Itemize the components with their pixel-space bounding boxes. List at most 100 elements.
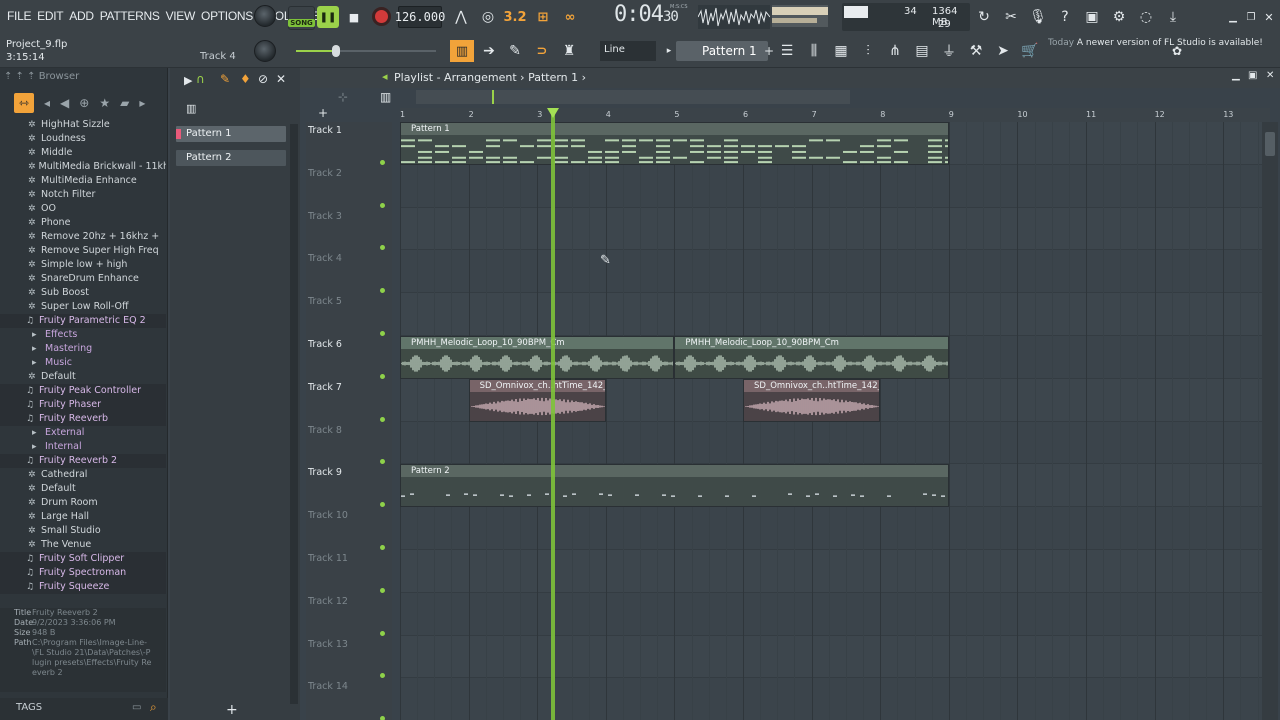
menu-item-patterns[interactable]: PATTERNS (97, 9, 163, 23)
browser-item[interactable]: ✲ Loudness (0, 132, 166, 146)
browser-item[interactable]: ✲ Sub Boost (0, 286, 166, 300)
browser-item[interactable]: ✲ Remove Super High Freq (0, 244, 166, 258)
arrow-right-icon[interactable]: ➔ (478, 40, 500, 62)
browser-item[interactable]: ▸ Music (0, 356, 166, 370)
save-icon[interactable]: ▣ (1081, 6, 1103, 28)
plugin-icon[interactable]: ⏚ (938, 40, 960, 62)
arrangement-grid[interactable]: Pattern 1 PMHH_Melodic_Loop_10_90BPM_Cm PM… (400, 122, 1262, 720)
menu-item-add[interactable]: ADD (66, 9, 96, 23)
browser-item[interactable]: ✲ Notch Filter (0, 188, 166, 202)
track-header[interactable]: Track 8 (306, 422, 392, 465)
menu-item-options[interactable]: OPTIONS (198, 9, 256, 23)
piano-keys-icon[interactable]: ▥ (186, 102, 196, 115)
delete-tool-icon[interactable]: ⊘ (258, 72, 268, 86)
up-arrow-icon[interactable]: ⇡ ⇡ ⇡ (4, 71, 36, 82)
playlist-clip[interactable]: PMHH_Melodic_Loop_10_90BPM_Cm (674, 336, 949, 379)
playlist-icon[interactable]: ☰ (776, 40, 798, 62)
browser-item[interactable]: ✲ Middle (0, 146, 166, 160)
browser-item[interactable]: ♫ Fruity Spectroman (0, 566, 166, 580)
master-volume-knob[interactable] (254, 5, 276, 27)
horizontal-scrollbar[interactable] (416, 90, 850, 104)
track-header[interactable]: Track 5 (306, 293, 392, 336)
playlist-clip[interactable]: Pattern 2 (400, 464, 949, 508)
track-header[interactable]: Track 10 (306, 507, 392, 550)
store-icon[interactable]: 🛒 (1019, 40, 1041, 62)
browser-item[interactable]: ♫ Fruity Reeverb 2 (0, 454, 166, 468)
play-arrow-icon[interactable]: ▶ (184, 74, 192, 87)
countdown-icon[interactable]: 3.2 (503, 6, 527, 28)
vertical-scrollbar[interactable] (1262, 122, 1278, 720)
track-header[interactable]: Track 3 (306, 208, 392, 251)
update-notice[interactable]: Today A newer version of FL Studio is av… (1048, 38, 1263, 49)
window-min-icon[interactable]: ▁ (1232, 70, 1240, 81)
menu-item-view[interactable]: VIEW (163, 9, 198, 23)
add-track-icon[interactable]: + (226, 702, 238, 718)
add-clip-icon[interactable]: + (318, 106, 328, 120)
track-header[interactable]: Track 14 (306, 678, 392, 720)
download-icon[interactable]: ⤓ (1162, 6, 1184, 28)
help-icon[interactable]: ? (1054, 6, 1076, 28)
track-header[interactable]: Track 9 (306, 464, 392, 508)
timeline-ruler[interactable]: 1 2 3 4 5 6 7 8 9 10 11 12 13 (400, 108, 1270, 122)
pencil-icon[interactable]: ✎ (504, 40, 526, 62)
track-header[interactable]: Track 6 (306, 336, 392, 379)
playhead-marker[interactable] (546, 108, 559, 118)
folder-icon[interactable]: ▰ (120, 96, 129, 110)
pattern-item[interactable]: Pattern 2 (176, 150, 286, 166)
browser-item[interactable]: ✲ Drum Room (0, 496, 166, 510)
mute-tool-icon[interactable]: ✕ (276, 72, 286, 86)
step-edit-icon[interactable]: ⊞ (531, 6, 555, 28)
more-icon[interactable]: ▸ (139, 96, 145, 110)
menu-item-edit[interactable]: EDIT (34, 9, 66, 23)
loop-record-icon[interactable]: ∞ (558, 6, 582, 28)
window-max-icon[interactable]: ▣ (1248, 70, 1257, 81)
browser-item[interactable]: ✲ Simple low + high (0, 258, 166, 272)
render-icon[interactable]: ➤ (992, 40, 1014, 62)
playhead[interactable] (550, 108, 555, 720)
browser-item[interactable]: ✲ Remove 20hz + 16khz + (0, 230, 166, 244)
track-lane[interactable] (400, 507, 1262, 550)
microphone-icon[interactable]: 🎙 (1027, 6, 1049, 28)
oscilloscope[interactable] (698, 5, 770, 29)
track-header[interactable]: Track 7 (306, 379, 392, 422)
browser-item[interactable]: ✲ Large Hall (0, 510, 166, 524)
tools-icon[interactable]: ⚒ (965, 40, 987, 62)
track-header[interactable]: Track 1 (306, 122, 392, 165)
browser-item[interactable]: ♫ Fruity Squeeze (0, 580, 166, 594)
playlist-clip[interactable]: Pattern 1 (400, 122, 949, 165)
fl-logo-icon[interactable]: ✿ (1166, 40, 1188, 62)
track-lane[interactable] (400, 293, 1262, 336)
browser-item[interactable]: ✲ SnareDrum Enhance (0, 272, 166, 286)
patcher-icon[interactable]: ⋔ (884, 40, 906, 62)
pencil-tool-icon[interactable]: ✎ (220, 72, 230, 86)
track-lane[interactable] (400, 207, 1262, 251)
track-lane[interactable] (400, 421, 1262, 465)
browser-item[interactable]: ♫ Fruity Parametric EQ 2 (0, 314, 166, 328)
headphone-icon[interactable]: ∩ (196, 72, 205, 86)
playlist-clip[interactable]: SD_Omnivox_ch..htTime_142_Cm (468, 378, 606, 422)
folder-icon[interactable]: ▭ (132, 702, 141, 713)
chat-icon[interactable]: ◌ (1135, 6, 1157, 28)
track-lane[interactable] (400, 250, 1262, 294)
browser-item[interactable]: ▸ Effects (0, 328, 166, 342)
track-lane[interactable] (400, 635, 1262, 679)
tags-bar[interactable]: TAGS ▭ ⌕ (0, 698, 168, 720)
cut-icon[interactable]: ✂ (1000, 6, 1022, 28)
pattern-song-toggle[interactable]: SONG (288, 6, 315, 30)
keyboard-icon[interactable]: ▥ (380, 90, 391, 104)
zoom-icon[interactable]: ⊹ (338, 90, 348, 104)
speaker-icon[interactable]: ◀ (60, 96, 69, 110)
browser-item[interactable]: ✲ The Venue (0, 538, 166, 552)
magnet-icon[interactable]: ⊃ (530, 40, 554, 62)
browser-item[interactable]: ✲ Default (0, 370, 166, 384)
browser-item[interactable]: ✲MultiMedia Brickwall - 11khz limit (0, 160, 166, 174)
track-mute-led[interactable] (380, 716, 385, 720)
browser-item[interactable]: ✲ Default (0, 482, 166, 496)
stamp-icon[interactable]: ♜ (558, 40, 580, 62)
browser-item[interactable]: ✲ Small Studio (0, 524, 166, 538)
browser-item[interactable]: ✲ Cathedral (0, 468, 166, 482)
plugin-db-icon[interactable]: ⊕ (79, 96, 89, 110)
close-icon[interactable]: ✕ (1258, 6, 1280, 28)
track-lane[interactable] (400, 164, 1262, 208)
track-header[interactable]: Track 11 (306, 550, 392, 593)
